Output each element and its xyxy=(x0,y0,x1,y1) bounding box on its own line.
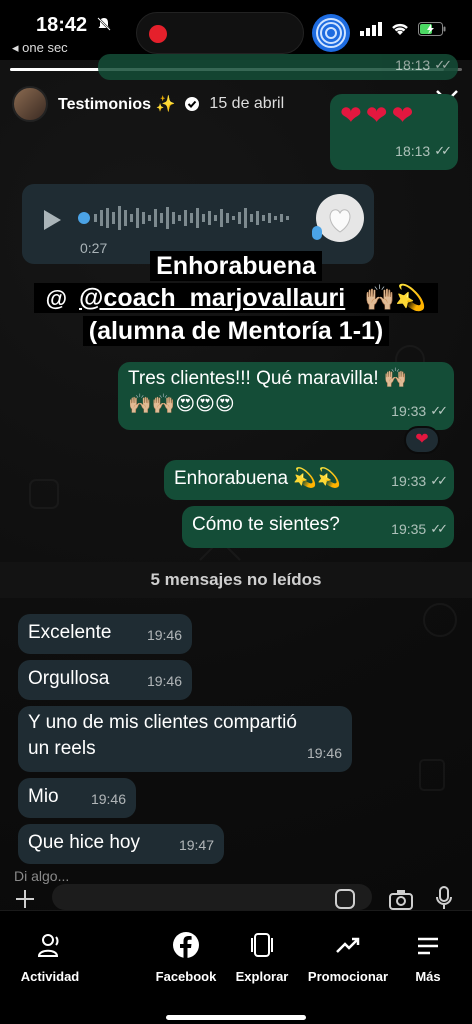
incoming-message: Y uno de mis clientes compartió un reels… xyxy=(18,706,352,772)
incoming-message: Que hice hoy 19:47 xyxy=(18,824,224,864)
caption-mention[interactable]: @coach_marjovallauri xyxy=(73,283,352,313)
tab-label: Más xyxy=(415,969,441,984)
tab-explorar[interactable]: Explorar xyxy=(212,931,312,984)
battery-charging-icon xyxy=(418,22,446,36)
read-ticks-icon: ✓✓ xyxy=(430,473,448,488)
mute-bell-icon xyxy=(97,17,111,31)
reaction-badge[interactable]: ❤ xyxy=(404,426,440,454)
caption-line3: (alumna de Mentoría 1-1) xyxy=(82,316,390,346)
tab-actividad[interactable]: Actividad xyxy=(0,931,100,984)
message-time: 18:13 xyxy=(395,143,431,159)
message-time: 19:33 xyxy=(391,473,427,489)
message-time: 19:46 xyxy=(306,745,342,761)
play-icon[interactable] xyxy=(44,210,61,230)
message-time: 19:35 xyxy=(391,521,427,537)
incoming-message: Orgullosa 19:46 xyxy=(18,660,192,700)
person-wave-icon xyxy=(37,934,59,957)
reply-placeholder: Di algo... xyxy=(14,868,70,884)
message-time: 19:33 xyxy=(391,403,427,419)
tab-label: Promocionar xyxy=(307,969,389,984)
message-time: 19:47 xyxy=(178,837,214,853)
hearts-text: ❤❤❤ xyxy=(340,100,418,130)
reply-input[interactable] xyxy=(52,884,372,910)
reply-composer xyxy=(0,884,472,910)
message-time: 19:46 xyxy=(90,791,126,807)
read-ticks-icon: ✓✓ xyxy=(434,57,452,72)
explore-cards-icon xyxy=(251,933,273,957)
screen-broadcast-icon[interactable] xyxy=(312,14,350,52)
incoming-message: Excelente 19:46 xyxy=(18,614,192,654)
caption-emoji: 🙌🏼💫 xyxy=(351,283,433,313)
story-date: 15 de abril xyxy=(209,95,285,112)
outgoing-message: Tres clientes!!! Qué maravilla! 🙌🏼 🙌🏼🙌🏼😍… xyxy=(118,362,454,430)
message-text-line2: un reels xyxy=(28,738,96,759)
account-name[interactable]: Testimonios ✨ xyxy=(58,94,175,114)
outgoing-message: Enhorabuena 💫💫 19:33 ✓✓ xyxy=(164,460,454,500)
outgoing-message: ❤❤❤ 18:13 ✓✓ xyxy=(330,94,458,170)
unread-divider: 5 mensajes no leídos xyxy=(0,562,472,598)
sticker-icon[interactable] xyxy=(334,888,356,910)
message-time: 19:46 xyxy=(146,627,182,643)
wifi-icon xyxy=(392,23,408,35)
message-text: Tres clientes!!! Qué maravilla! 🙌🏼 xyxy=(128,368,408,389)
story-header: Testimonios ✨ 15 de abril xyxy=(12,86,284,122)
message-time: 18:13 xyxy=(395,57,431,73)
story-caption: Enhorabuena @ @coach_marjovallauri 🙌🏼💫 (a… xyxy=(0,250,472,347)
plus-icon[interactable] xyxy=(14,888,36,910)
read-ticks-icon: ✓✓ xyxy=(430,521,448,536)
clock: 18:42 xyxy=(36,14,88,36)
dynamic-island[interactable] xyxy=(136,12,304,54)
incoming-message: Mio 19:46 xyxy=(18,778,136,818)
mic-icon[interactable] xyxy=(436,886,452,910)
avatar[interactable] xyxy=(12,86,48,122)
voice-sender-avatar xyxy=(316,194,364,242)
mic-icon xyxy=(312,226,322,240)
tab-mas[interactable]: Más xyxy=(378,931,472,984)
tab-label: Facebook xyxy=(155,969,217,984)
outgoing-message: Cómo te sientes? 19:35 ✓✓ xyxy=(182,506,454,548)
verified-badge-icon xyxy=(185,97,200,111)
trend-arrow-icon xyxy=(336,937,360,953)
threads-icon: @ xyxy=(39,285,74,312)
camera-icon[interactable] xyxy=(388,888,414,910)
back-to-app-link[interactable]: ◂ one sec xyxy=(12,40,68,56)
tab-label: Explorar xyxy=(235,969,289,984)
system-icons xyxy=(360,22,446,36)
home-indicator[interactable] xyxy=(166,1015,306,1020)
outgoing-message: 18:13 ✓✓ xyxy=(98,54,458,80)
menu-lines-icon xyxy=(418,937,438,955)
signal-icon xyxy=(360,22,382,36)
message-time: 19:46 xyxy=(146,673,182,689)
recording-dot-icon xyxy=(149,25,167,43)
status-bar: 18:42 ◂ one sec xyxy=(0,0,472,60)
read-ticks-icon: ✓✓ xyxy=(430,403,448,418)
read-ticks-icon: ✓✓ xyxy=(434,143,452,158)
bottom-tab-bar: Actividad Facebook Explorar Promocionar … xyxy=(0,910,472,1024)
caption-line1: Enhorabuena xyxy=(150,251,322,281)
tab-label: Actividad xyxy=(20,969,80,984)
facebook-icon xyxy=(173,932,199,958)
message-text: Y uno de mis clientes compartió xyxy=(28,712,297,733)
waveform-icon xyxy=(78,206,289,230)
